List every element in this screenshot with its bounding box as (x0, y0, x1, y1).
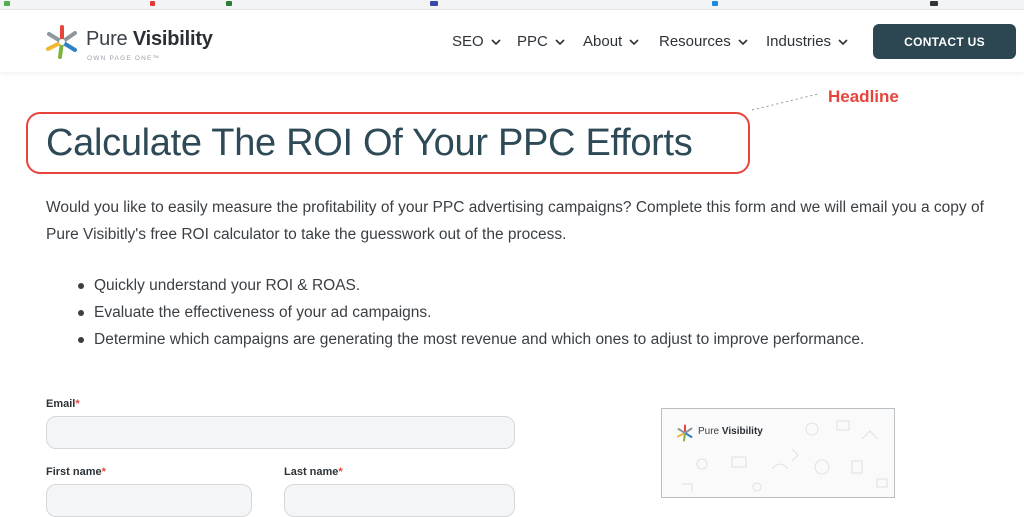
pinwheel-logo-icon (677, 424, 693, 442)
headline-annotation-label: Headline (828, 87, 899, 106)
required-mark: * (75, 398, 80, 410)
list-item: Quickly understand your ROI & ROAS. (78, 272, 864, 299)
list-item: Evaluate the effectiveness of your ad ca… (78, 299, 864, 326)
benefits-list: Quickly understand your ROI & ROAS. Eval… (78, 272, 864, 353)
first-name-label-text: First name (46, 466, 102, 478)
list-item: Determine which campaigns are generating… (78, 326, 864, 353)
email-label: Email* (46, 398, 80, 410)
last-name-label: Last name* (284, 466, 343, 478)
last-name-label-text: Last name (284, 466, 339, 478)
required-mark: * (338, 466, 343, 478)
first-name-label: First name* (46, 466, 106, 478)
calculator-preview-image: Pure Visibility (661, 408, 895, 498)
first-name-field[interactable] (46, 484, 252, 517)
required-mark: * (101, 466, 106, 478)
page-title: Calculate The ROI Of Your PPC Efforts (46, 122, 693, 164)
last-name-field[interactable] (284, 484, 515, 517)
intro-paragraph: Would you like to easily measure the pro… (46, 199, 984, 243)
email-label-text: Email (46, 398, 76, 410)
preview-logo: Pure Visibility (676, 423, 776, 443)
preview-wordmark: Pure Visibility (698, 426, 763, 437)
email-field[interactable] (46, 416, 515, 449)
